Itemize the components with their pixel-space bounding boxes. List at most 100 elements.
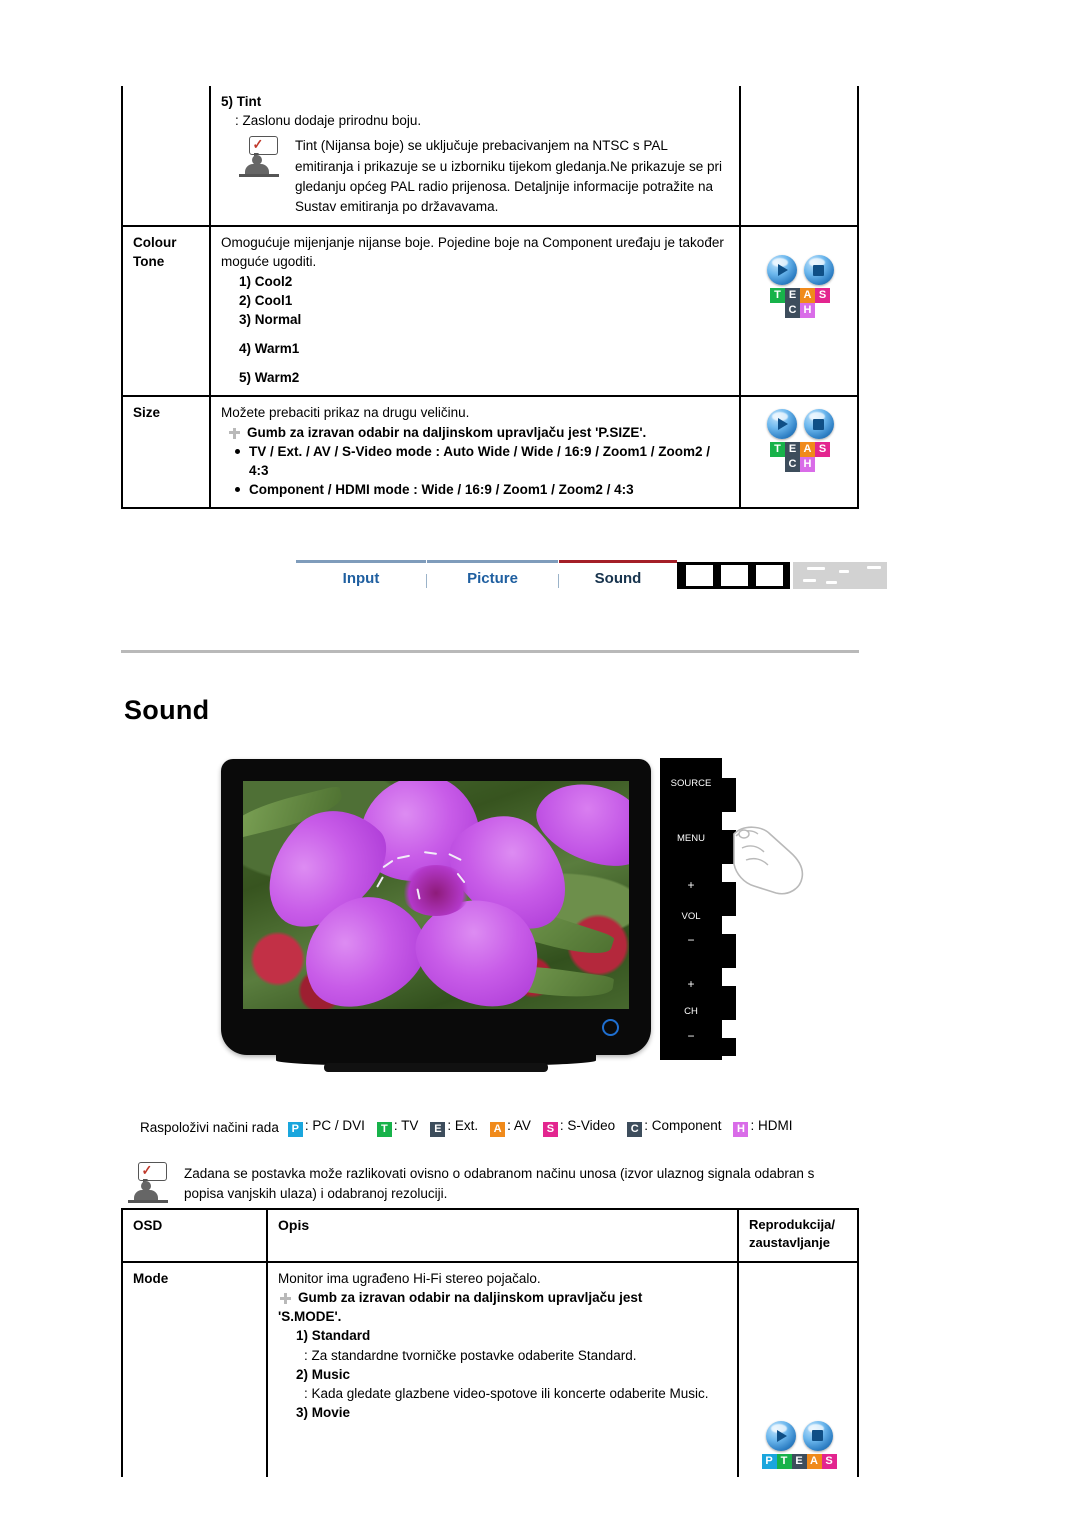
mode-tile-A: A xyxy=(806,1453,822,1469)
tab-sound[interactable]: Sound xyxy=(559,560,677,587)
tint-title: 5) Tint xyxy=(221,94,262,109)
badge-S: S xyxy=(542,1122,558,1137)
mode-legend: Raspoloživi načini rada P: PC / DVI T: T… xyxy=(140,1118,804,1137)
play-icon xyxy=(765,1420,796,1451)
play-cell-colour-tone: T E A S C H xyxy=(739,226,859,398)
mode-tile-H: H xyxy=(800,457,815,473)
play-cell-mode: P T E A S xyxy=(737,1260,859,1477)
stop-icon xyxy=(803,255,834,286)
panel-label-source: SOURCE xyxy=(671,778,712,789)
mode-tile-A: A xyxy=(800,442,815,458)
mode-tile-E: E xyxy=(785,442,800,458)
mode-tiles-sound-mode: P T E A S xyxy=(749,1453,849,1469)
mode-option-3-title: 3) Movie xyxy=(296,1405,351,1420)
mode-description-cell: Monitor ima ugrađeno Hi-Fi stereo pojača… xyxy=(266,1260,739,1477)
legend-item-av: A: AV xyxy=(490,1118,531,1137)
tab-sound-label: Sound xyxy=(594,570,642,587)
default-setting-note-text: Zadana se postavka može razlikovati ovis… xyxy=(184,1166,815,1202)
mode-tiles-size: T E A S C H xyxy=(751,442,849,473)
tab-picture[interactable]: Picture xyxy=(427,560,558,587)
size-description-cell: Možete prebaciti prikaz na drugu veličin… xyxy=(209,396,741,510)
osd-cell-size: Size xyxy=(121,396,211,510)
mode-tile-T: T xyxy=(770,288,785,304)
picture-settings-table: 5) Tint : Zaslonu dodaje prirodnu boju. … xyxy=(121,86,859,510)
mode-tile-S: S xyxy=(821,1453,837,1469)
panel-label-menu: MENU xyxy=(677,833,705,844)
document-page: 5) Tint : Zaslonu dodaje prirodnu boju. … xyxy=(0,0,1080,1528)
monitor-base xyxy=(324,1063,548,1072)
mode-tile-C: C xyxy=(785,457,800,473)
section-divider xyxy=(121,650,859,653)
header-playback-line1: Reprodukcija/ xyxy=(749,1217,835,1232)
mode-tile-H: H xyxy=(800,303,815,319)
colour-tone-option-4: 4) Warm1 xyxy=(239,341,300,357)
legend-text-hdmi: : HDMI xyxy=(750,1118,793,1133)
mode-tile-S: S xyxy=(815,442,830,458)
side-control-panel: SOURCE MENU + VOL − + CH − xyxy=(660,758,804,1060)
osd-label-size: Size xyxy=(133,405,161,421)
mode-tiles-colour-tone: T E A S C H xyxy=(751,288,849,319)
legend-text-s-video: : S-Video xyxy=(559,1118,616,1133)
legend-text-component: : Component xyxy=(644,1118,722,1133)
panel-label-vol-plus: + xyxy=(687,878,694,892)
badge-E: E xyxy=(430,1122,446,1137)
tab-input[interactable]: Input xyxy=(296,560,426,587)
mode-tile-C: C xyxy=(785,303,800,319)
power-led-icon xyxy=(602,1019,619,1036)
panel-label-vol-minus: − xyxy=(687,933,694,947)
badge-H: H xyxy=(733,1122,749,1137)
size-bullet-2: Component / HDMI mode : Wide / 16:9 / Zo… xyxy=(227,480,731,499)
mode-remote-hint-line2: 'S.MODE'. xyxy=(278,1309,342,1325)
tint-note: ✓ Tint (Nijansa boje) se uključuje preba… xyxy=(221,136,731,217)
table-row: Size Možete prebaciti prikaz na drugu ve… xyxy=(121,396,859,510)
playback-icons xyxy=(751,255,849,286)
mode-tiles-row-2: C H xyxy=(785,303,815,319)
stop-icon xyxy=(802,1420,833,1451)
osd-label-line1: Colour xyxy=(133,235,177,251)
panel-label-vol: VOL xyxy=(681,911,700,922)
badge-A: A xyxy=(490,1122,506,1137)
occluded-tabs-region xyxy=(677,560,887,594)
info-person-icon: ✓ xyxy=(239,136,285,180)
mode-option-1-desc: : Za standardne tvorničke postavke odabe… xyxy=(304,1347,637,1363)
mode-option-2-desc: : Kada gledate glazbene video-spotove il… xyxy=(304,1385,709,1401)
colour-tone-description-cell: Omogućuje mijenjanje nijanse boje. Pojed… xyxy=(209,226,741,398)
tint-description-cell: 5) Tint : Zaslonu dodaje prirodnu boju. … xyxy=(209,86,741,228)
monitor-screen xyxy=(243,781,629,1009)
legend-intro: Raspoloživi načini rada xyxy=(140,1120,279,1135)
header-playback-line2: zaustavljanje xyxy=(749,1235,830,1251)
mode-remote-hint-line1: Gumb za izravan odabir na daljinskom upr… xyxy=(278,1288,729,1307)
legend-item-tv: T: TV xyxy=(376,1118,418,1137)
playback-icons xyxy=(749,1420,849,1451)
panel-label-ch-plus: + xyxy=(687,977,694,991)
sound-settings-table: OSD Opis Reprodukcija/ zaustavljanje Mod… xyxy=(121,1208,859,1477)
osd-cell-colour-tone: Colour Tone xyxy=(121,226,211,398)
mode-tile-E: E xyxy=(791,1453,807,1469)
colour-tone-option-3: 3) Normal xyxy=(239,311,302,327)
tint-note-text: Tint (Nijansa boje) se uključuje prebaci… xyxy=(295,138,722,215)
hand-pointer-icon xyxy=(733,826,804,895)
legend-item-component: C: Component xyxy=(627,1118,721,1137)
legend-text-ext: : Ext. xyxy=(447,1118,479,1133)
legend-item-ext: E: Ext. xyxy=(430,1118,478,1137)
colour-tone-option-5: 5) Warm2 xyxy=(239,370,300,386)
section-nav-strip: Input Picture Sound xyxy=(296,560,894,600)
osd-cell-empty xyxy=(121,86,211,228)
info-person-icon: ✓ xyxy=(128,1162,174,1206)
colour-tone-desc: Omogućuje mijenjanje nijanse boje. Pojed… xyxy=(221,235,724,270)
mode-tile-A: A xyxy=(800,288,815,304)
panel-label-ch: CH xyxy=(684,1006,698,1017)
size-remote-hint: Gumb za izravan odabir na daljinskom upr… xyxy=(227,423,731,442)
legend-text-av: : AV xyxy=(507,1118,531,1133)
header-osd: OSD xyxy=(121,1208,268,1263)
table-row: Mode Monitor ima ugrađeno Hi-Fi stereo p… xyxy=(121,1260,859,1477)
mode-tile-S: S xyxy=(815,288,830,304)
monitor-figure: SOURCE MENU + VOL − + CH − xyxy=(216,756,804,1096)
legend-text-pc-dvi: : PC / DVI xyxy=(304,1118,365,1133)
header-playback: Reprodukcija/ zaustavljanje xyxy=(737,1208,859,1263)
size-desc: Možete prebaciti prikaz na drugu veličin… xyxy=(221,405,470,421)
mode-option-1-title: 1) Standard xyxy=(296,1328,371,1344)
play-cell-empty xyxy=(739,86,859,228)
mode-tile-T: T xyxy=(770,442,785,458)
panel-label-ch-minus: − xyxy=(687,1029,694,1043)
